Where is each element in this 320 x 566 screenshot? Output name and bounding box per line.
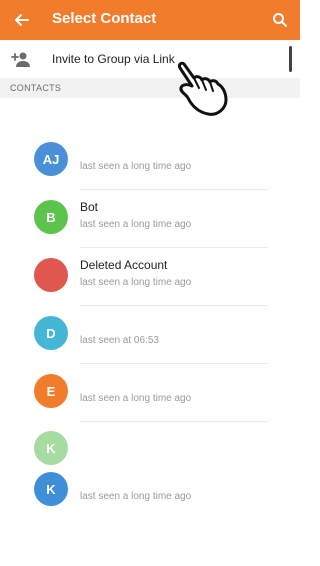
contact-item[interactable]: K last seen a long time ago [0,462,300,520]
app-bar: Select Contact [0,0,300,40]
section-label: CONTACTS [10,83,62,93]
invite-link-label: Invite to Group via Link [52,52,175,66]
avatar: K [34,431,68,465]
contact-status: last seen a long time ago [80,393,192,404]
contact-name: Deleted Account [80,258,168,272]
avatar: K [34,472,68,506]
avatar: E [34,374,68,408]
search-button[interactable] [268,8,292,32]
contact-status: last seen a long time ago [80,161,192,172]
bottom-area [0,526,300,566]
avatar: D [34,316,68,350]
contact-item[interactable]: Deleted Account last seen a long time ag… [0,248,300,306]
contact-status: last seen at 06:53 [80,335,159,346]
avatar [34,258,68,292]
avatar: AJ [34,142,68,176]
contact-item[interactable]: B Bot last seen a long time ago [0,190,300,248]
add-person-icon [11,52,30,67]
arrow-left-icon [15,14,29,26]
page-title: Select Contact [52,10,157,27]
back-button[interactable] [8,6,36,34]
contact-item[interactable]: D last seen at 06:53 [0,306,300,364]
scrollbar[interactable] [289,46,292,72]
search-icon [273,13,287,27]
avatar: B [34,200,68,234]
contact-item[interactable]: E last seen a long time ago [0,364,300,422]
contact-item[interactable]: AJ last seen a long time ago [0,132,300,190]
pointing-hand-icon [178,61,228,116]
contacts-section-header: CONTACTS [0,78,300,98]
contact-status: last seen a long time ago [80,219,192,230]
contact-status: last seen a long time ago [80,277,192,288]
contact-status: last seen a long time ago [80,491,192,502]
invite-link-row[interactable]: Invite to Group via Link [0,40,300,78]
contact-name: Bot [80,200,99,214]
